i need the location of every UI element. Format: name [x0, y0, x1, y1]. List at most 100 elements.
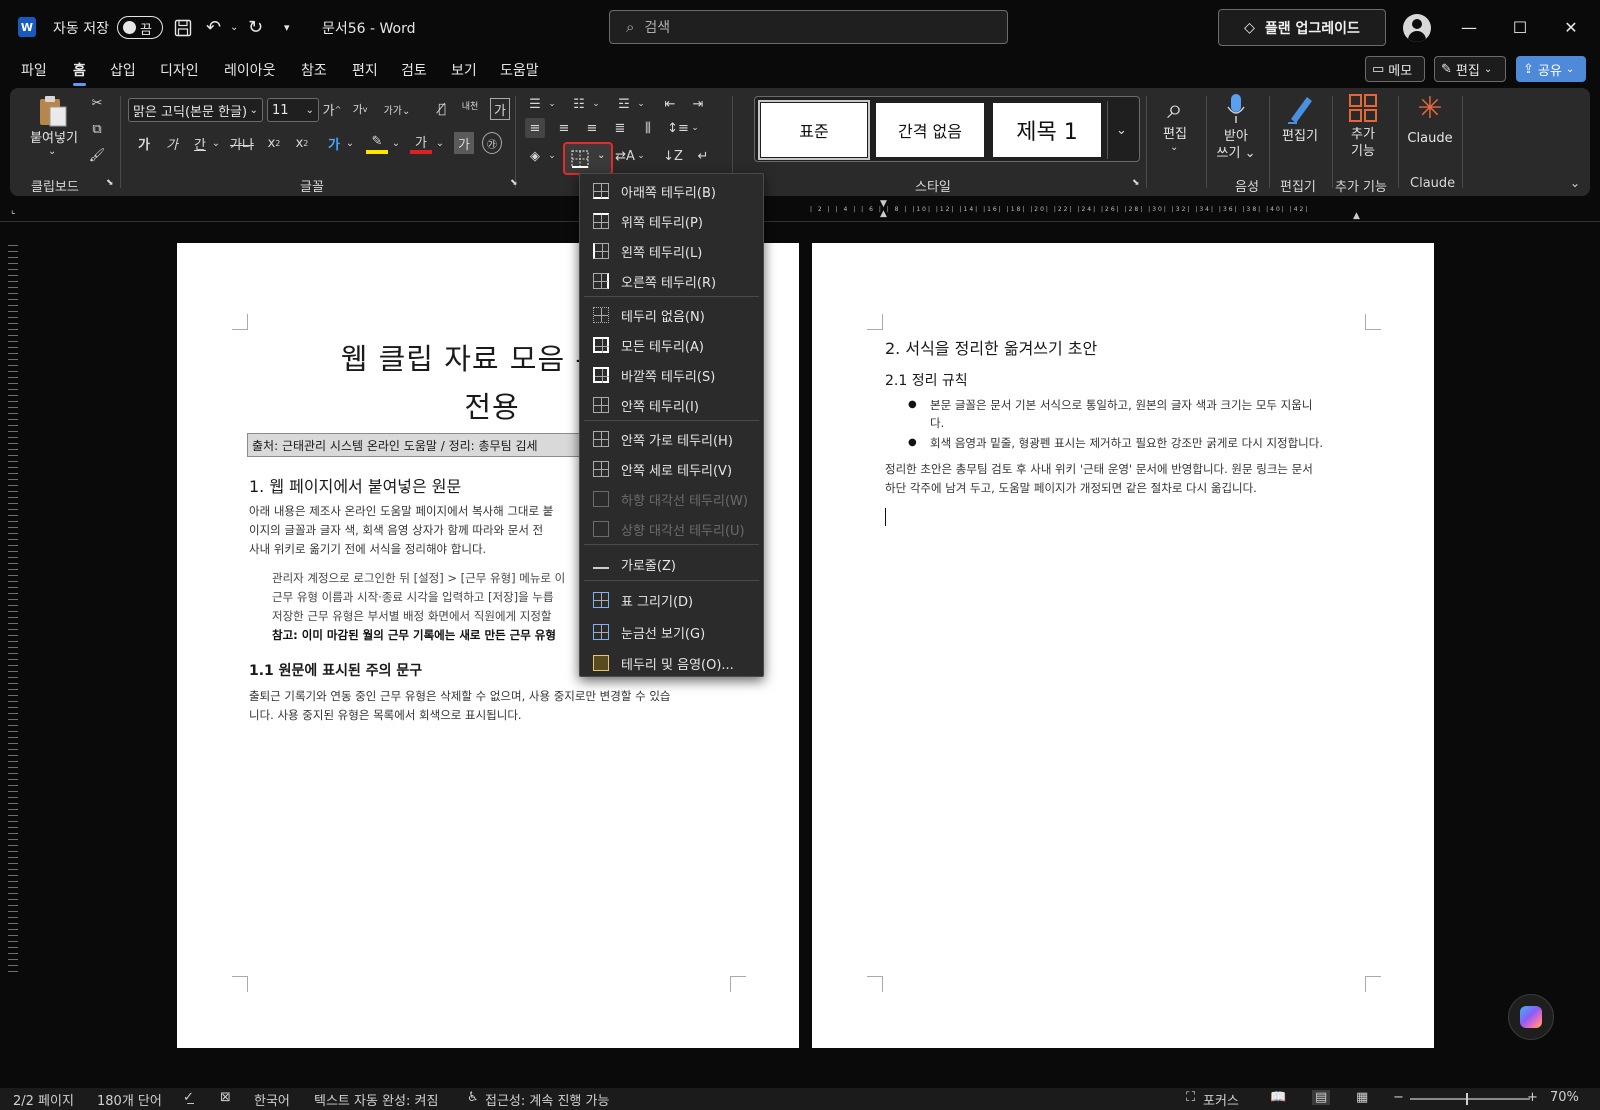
font-color-dropdown-icon[interactable]: ⌄ — [434, 132, 446, 154]
asian-layout-dropdown-icon[interactable]: ⌄ — [636, 146, 646, 166]
accessibility-status[interactable]: 접근성: 계속 진행 가능 — [485, 1090, 609, 1109]
tab-selector-icon[interactable]: ⌞ — [11, 205, 16, 216]
highlight-icon[interactable]: ✎ — [366, 132, 388, 154]
enclose-characters-icon[interactable]: ㉮ — [482, 132, 502, 154]
decrease-indent-icon[interactable]: ⇤ — [660, 94, 680, 114]
zoom-level[interactable]: 70% — [1550, 1090, 1579, 1105]
numbering-dropdown-icon[interactable]: ⌄ — [591, 94, 601, 114]
customize-qat-icon[interactable]: ▾ — [284, 0, 290, 55]
style-normal[interactable]: 표준 — [758, 100, 870, 160]
sort-icon[interactable]: ↓Z — [662, 146, 684, 166]
read-mode-icon[interactable]: 📖 — [1270, 1090, 1286, 1105]
grow-font-icon[interactable]: 가 ^ — [322, 98, 342, 120]
editing-button[interactable]: 편집 — [1153, 126, 1197, 143]
asian-layout-icon[interactable]: ⇄A — [614, 146, 636, 166]
zoom-slider[interactable] — [1410, 1098, 1530, 1100]
menu-item-bottom-border[interactable]: 아래쪽 테두리(B) — [580, 177, 763, 205]
shading-dropdown-icon[interactable]: ⌄ — [547, 146, 557, 166]
shading-icon[interactable]: ◈ — [525, 146, 545, 166]
text-effects-icon[interactable]: 가 — [324, 132, 344, 154]
font-color-icon[interactable]: 가 — [410, 132, 432, 154]
minimize-icon[interactable]: — — [1456, 14, 1482, 40]
show-marks-icon[interactable]: ↵ — [692, 146, 714, 166]
justify-icon[interactable]: ≣ — [610, 118, 630, 138]
dialog-launcher-icon[interactable]: ⬊ — [106, 178, 114, 188]
align-left-icon[interactable]: ≡ — [525, 118, 545, 138]
claude-button[interactable]: Claude — [1406, 130, 1454, 147]
bullets-dropdown-icon[interactable]: ⌄ — [547, 94, 557, 114]
dialog-launcher-icon[interactable]: ⬊ — [1132, 178, 1140, 188]
undo-icon[interactable]: ↶ — [206, 0, 221, 55]
line-spacing-icon[interactable]: ↕≡ — [667, 118, 689, 138]
format-painter-icon[interactable]: 🖌 — [88, 146, 106, 164]
numbering-icon[interactable]: ☷ — [569, 94, 589, 114]
superscript-icon[interactable]: x2 — [292, 132, 312, 154]
strikethrough-icon[interactable]: 가나 — [230, 132, 254, 154]
tab-design[interactable]: 디자인 — [160, 60, 199, 80]
menu-item-outside-borders[interactable]: 바깥쪽 테두리(S) — [580, 361, 763, 389]
distributed-icon[interactable]: ⫼ — [638, 118, 658, 138]
undo-dropdown-icon[interactable]: ⌄ — [230, 0, 238, 55]
style-no-spacing[interactable]: 간격 없음 — [876, 103, 984, 157]
dictate-button[interactable]: 받아 쓰기 ⌄ — [1214, 128, 1258, 162]
claude-icon[interactable]: ✳ — [1414, 91, 1446, 126]
menu-item-left-border[interactable]: 왼쪽 테두리(L) — [580, 237, 763, 265]
italic-icon[interactable]: 가 — [162, 132, 182, 154]
collapse-ribbon-icon[interactable]: ⌄ — [1570, 176, 1580, 190]
proofing-icon[interactable]: ✓̲ — [183, 1090, 194, 1105]
search-icon[interactable]: ⌕ — [1158, 92, 1192, 126]
copy-icon[interactable]: ⧉ — [88, 120, 106, 138]
edit-mode-button[interactable]: ✎ 편집 ⌄ — [1434, 56, 1506, 82]
zoom-slider-thumb[interactable] — [1466, 1093, 1468, 1105]
bold-icon[interactable]: 가 — [134, 132, 154, 154]
align-center-icon[interactable]: ≡ — [554, 118, 574, 138]
text-prediction[interactable]: 텍스트 자동 완성: 켜짐 — [314, 1090, 438, 1109]
paste-button[interactable]: 붙여넣기 — [27, 130, 81, 147]
web-layout-icon[interactable]: ▦ — [1356, 1090, 1368, 1105]
copilot-button[interactable] — [1508, 994, 1554, 1040]
character-shading-icon[interactable]: 가 — [454, 132, 474, 154]
bullets-icon[interactable]: ☰ — [525, 94, 545, 114]
editor-pen-icon[interactable] — [1284, 92, 1316, 126]
close-icon[interactable]: ✕ — [1558, 14, 1584, 40]
menu-item-borders-shading[interactable]: 테두리 및 음영(O)... — [580, 649, 763, 677]
chevron-down-icon[interactable]: ⌄ — [1170, 142, 1178, 153]
microphone-icon[interactable] — [1224, 90, 1248, 128]
underline-icon[interactable]: 간 — [190, 132, 210, 154]
cut-icon[interactable]: ✂ — [88, 94, 106, 112]
horizontal-ruler[interactable]: | 2 | | 4 | | 6 | | 8 | |10| |12| |14| |… — [810, 206, 1435, 216]
autosave-toggle[interactable]: 끔 — [117, 16, 163, 39]
phonetic-guide-icon[interactable]: 내천 — [458, 96, 482, 114]
highlight-dropdown-icon[interactable]: ⌄ — [390, 132, 402, 154]
tab-layout[interactable]: 레이아웃 — [224, 60, 276, 80]
style-heading-1[interactable]: 제목 1 — [993, 103, 1101, 157]
menu-item-right-border[interactable]: 오른쪽 테두리(R) — [580, 267, 763, 295]
menu-item-inside-borders[interactable]: 안쪽 테두리(I) — [580, 391, 763, 419]
indent-marker-icon[interactable]: ▼ ▲ — [880, 199, 890, 223]
increase-indent-icon[interactable]: ⇥ — [688, 94, 708, 114]
shrink-font-icon[interactable]: 가v — [350, 98, 370, 120]
upgrade-button[interactable]: ◇ 플랜 업그레이드 — [1218, 9, 1386, 46]
change-case-icon[interactable]: 가가⌄ — [382, 98, 412, 120]
menu-item-draw-table[interactable]: 표 그리기(D) — [580, 586, 763, 614]
zoom-out-icon[interactable]: − — [1393, 1090, 1404, 1105]
menu-item-view-gridlines[interactable]: 눈금선 보기(G) — [580, 618, 763, 646]
tab-help[interactable]: 도움말 — [500, 60, 539, 80]
track-icon[interactable]: ⊠ — [220, 1090, 231, 1105]
line-spacing-dropdown-icon[interactable]: ⌄ — [690, 118, 700, 138]
dialog-launcher-icon[interactable]: ⬊ — [510, 178, 518, 188]
menu-item-top-border[interactable]: 위쪽 테두리(P) — [580, 207, 763, 235]
tab-references[interactable]: 참조 — [301, 60, 327, 80]
memo-button[interactable]: ▭ 메모 — [1365, 56, 1425, 82]
page-count[interactable]: 2/2 페이지 — [13, 1090, 74, 1109]
multilevel-list-icon[interactable]: ☲ — [614, 94, 634, 114]
language[interactable]: 한국어 — [254, 1090, 290, 1109]
tab-view[interactable]: 보기 — [451, 60, 477, 80]
avatar[interactable] — [1403, 14, 1431, 42]
editor-button[interactable]: 편집기 — [1274, 128, 1326, 145]
search-input[interactable]: ⌕ 검색 — [609, 10, 1008, 44]
borders-button[interactable]: ⌄ — [563, 142, 613, 175]
menu-item-no-border[interactable]: 테두리 없음(N) — [580, 301, 763, 329]
right-indent-marker-icon[interactable]: ▲ — [1353, 211, 1363, 221]
focus-mode-button[interactable]: 포커스 — [1203, 1090, 1239, 1109]
